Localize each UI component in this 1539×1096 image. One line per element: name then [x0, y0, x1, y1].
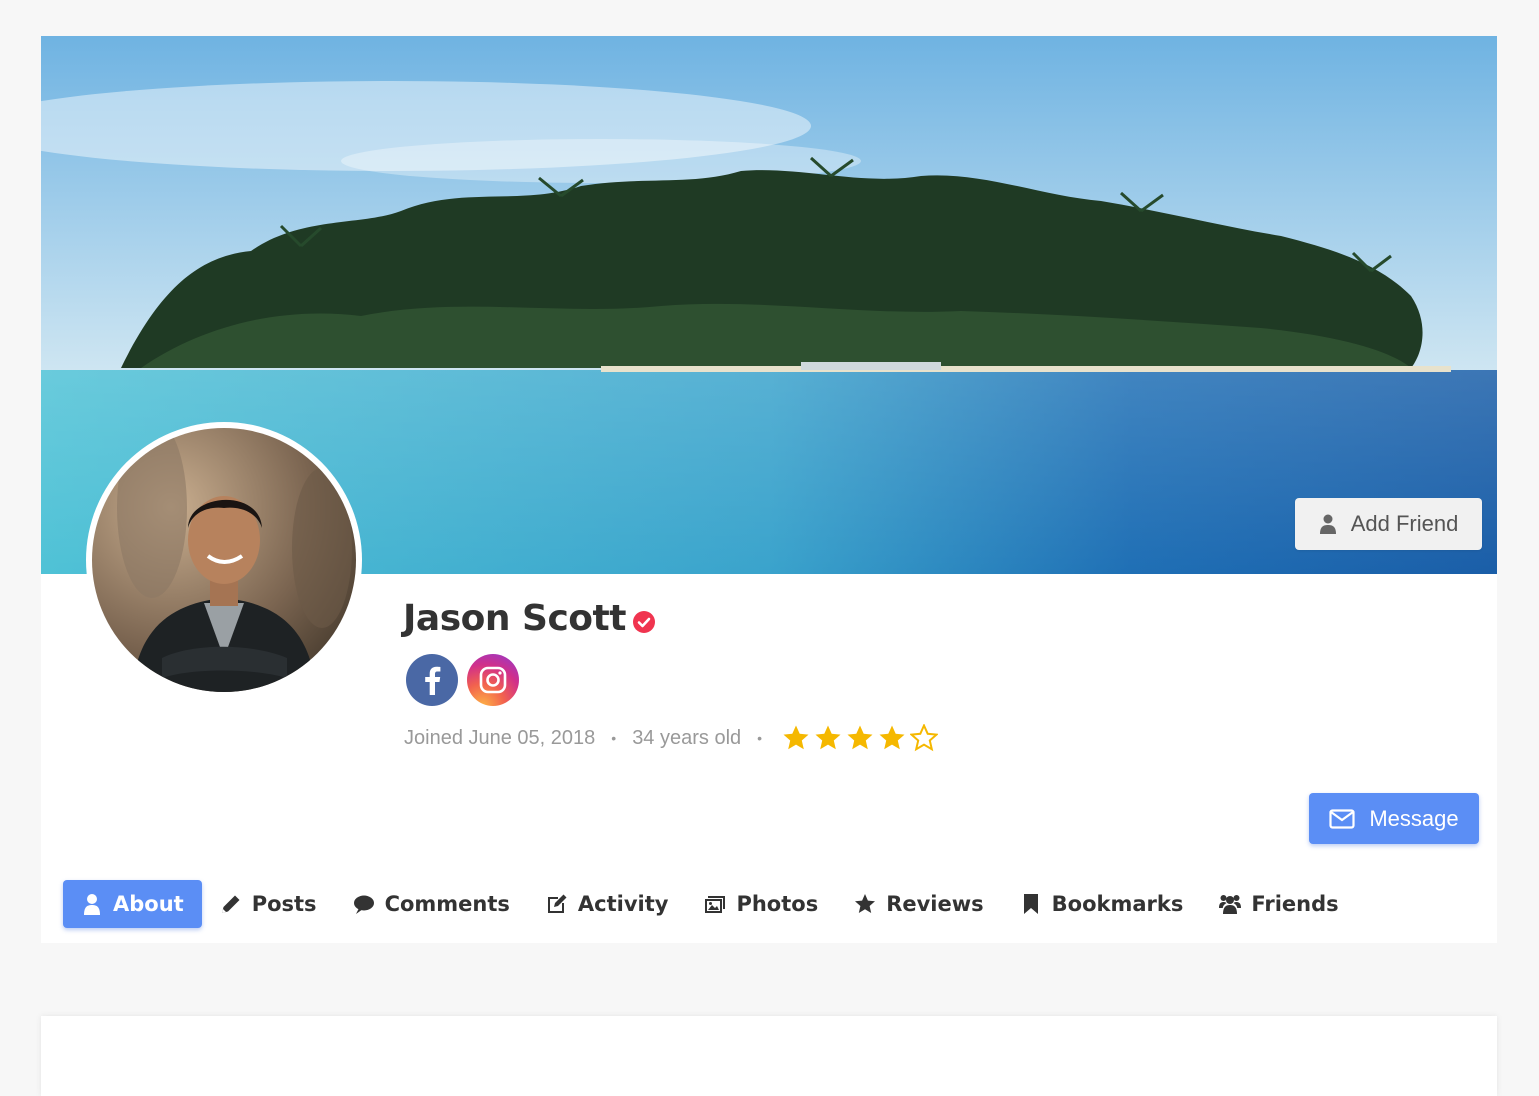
tab-label: Reviews — [886, 892, 984, 916]
star-filled-icon — [879, 725, 905, 750]
user-icon — [1319, 514, 1336, 534]
social-links — [406, 654, 519, 706]
add-friend-label: Add Friend — [1350, 511, 1459, 536]
profile-name-row: Jason Scott — [403, 598, 656, 639]
tab-label: Posts — [251, 892, 317, 916]
joined-date: Joined June 05, 2018 — [404, 726, 596, 749]
message-label: Message — [1369, 805, 1459, 831]
star-icon — [855, 894, 876, 913]
profile-name: Jason Scott — [403, 598, 626, 639]
tab-posts[interactable]: Posts — [202, 880, 335, 928]
instagram-icon — [479, 666, 507, 694]
tab-label: Comments — [384, 892, 510, 916]
tab-label: About — [113, 892, 184, 916]
add-friend-button[interactable]: Add Friend — [1295, 498, 1482, 550]
tab-bookmarks[interactable]: Bookmarks — [1002, 880, 1202, 928]
star-empty-icon — [910, 724, 939, 752]
facebook-icon — [425, 666, 441, 695]
rating-stars — [782, 724, 939, 752]
avatar-image — [92, 428, 356, 692]
star-filled-icon — [847, 725, 873, 750]
comment-icon — [353, 895, 374, 914]
tab-friends[interactable]: Friends — [1201, 880, 1356, 928]
tab-activity[interactable]: Activity — [528, 880, 687, 928]
instagram-link[interactable] — [467, 654, 519, 706]
avatar[interactable] — [86, 422, 362, 698]
tab-comments[interactable]: Comments — [335, 880, 528, 928]
profile-tabs: About Posts Comments Activity Photos Rev… — [63, 880, 1357, 928]
profile-card: Add Friend Jason Scott Joined June 05, 2… — [41, 36, 1497, 943]
tab-label: Activity — [577, 892, 669, 916]
star-filled-icon — [815, 725, 841, 750]
user-icon — [84, 894, 100, 915]
tab-about[interactable]: About — [63, 880, 202, 928]
meta-separator: • — [757, 730, 763, 746]
bookmark-icon — [1023, 894, 1038, 914]
tab-label: Photos — [736, 892, 819, 916]
tab-label: Bookmarks — [1051, 892, 1184, 916]
edit-icon — [547, 894, 567, 913]
age: 34 years old — [632, 726, 742, 749]
tab-reviews[interactable]: Reviews — [836, 880, 1001, 928]
star-filled-icon — [783, 725, 809, 750]
facebook-link[interactable] — [406, 654, 458, 706]
envelope-icon — [1329, 808, 1355, 829]
meta-separator: • — [611, 730, 617, 746]
tab-photos[interactable]: Photos — [686, 880, 836, 928]
message-button[interactable]: Message — [1309, 793, 1479, 844]
pencil-icon — [221, 895, 240, 913]
images-icon — [705, 896, 726, 913]
content-card — [41, 1016, 1497, 1096]
profile-meta: Joined June 05, 2018 • 34 years old • — [404, 724, 939, 752]
tab-label: Friends — [1251, 892, 1339, 916]
verified-badge-icon — [632, 610, 655, 633]
users-icon — [1219, 895, 1242, 914]
